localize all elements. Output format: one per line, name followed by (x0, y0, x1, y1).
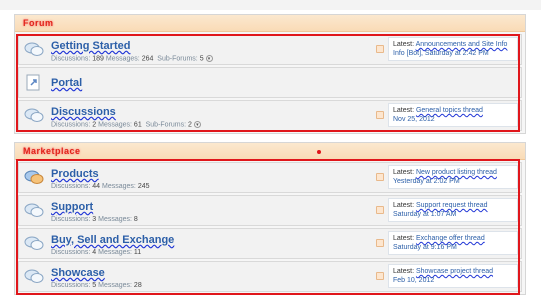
node-title-link[interactable]: Products (51, 168, 99, 180)
latest-thread-link[interactable]: Support request thread (416, 202, 488, 209)
rss-feed-icon[interactable] (376, 206, 384, 214)
latest-meta: Yesterday at 2:02 PM (393, 178, 460, 185)
latest-meta: Nov 25, 2012 (393, 116, 435, 123)
link-forum-row[interactable]: Portal (18, 67, 522, 98)
category-marketplace: Marketplace Products Discussions: 44 Mes… (14, 142, 526, 295)
latest-thread-link[interactable]: Showcase project thread (416, 268, 493, 275)
rss-feed-icon[interactable] (376, 45, 384, 53)
node-title-link[interactable]: Buy, Sell and Exchange (51, 234, 174, 246)
rss-feed-icon[interactable] (376, 272, 384, 280)
node-stats: Discussions: 2 Messages: 61 Sub-Forums: … (51, 121, 201, 128)
rss-feed-icon[interactable] (376, 239, 384, 247)
latest-post-box: Latest: Support request thread Saturday … (388, 198, 518, 222)
latest-meta: Feb 10, 2012 (393, 277, 435, 284)
category-title[interactable]: Forum (23, 18, 54, 28)
forum-node-row[interactable]: Getting Started Discussions: 189 Message… (18, 34, 522, 65)
latest-post-box: Latest: General topics thread Nov 25, 20… (388, 103, 518, 127)
chat-bubbles-icon (24, 108, 44, 122)
latest-post-box: Latest: Exchange offer thread Saturday a… (388, 231, 518, 255)
chat-bubbles-icon (24, 269, 44, 283)
node-stats: Discussions: 4 Messages: 11 (51, 249, 142, 256)
subforums-dropdown-icon[interactable]: ▾ (205, 55, 213, 62)
annotation-dot (317, 150, 321, 154)
top-strip (0, 0, 541, 10)
latest-post-box: Latest: New product listing thread Yeste… (388, 165, 518, 189)
node-title-link[interactable]: Portal (51, 77, 82, 89)
latest-meta: Saturday at 9:16 PM (393, 244, 457, 251)
link-forum-icon (26, 74, 40, 91)
node-stats: Discussions: 5 Messages: 28 (51, 282, 142, 289)
latest-post-box: Latest: Showcase project thread Feb 10, … (388, 264, 518, 288)
forum-node-row[interactable]: Buy, Sell and Exchange Discussions: 4 Me… (18, 228, 522, 259)
rss-feed-icon[interactable] (376, 111, 384, 119)
node-stats: Discussions: 44 Messages: 245 (51, 183, 150, 190)
chat-bubbles-icon (24, 203, 44, 217)
chat-bubbles-icon (24, 236, 44, 250)
latest-meta: Saturday at 1:07 AM (393, 211, 457, 218)
rss-feed-icon[interactable] (376, 173, 384, 181)
latest-post-box: Latest: Announcements and Site Info Info… (388, 37, 518, 61)
latest-thread-link[interactable]: General topics thread (416, 107, 483, 114)
category-forum: Forum Getting Started Discussions: 189 M… (14, 14, 526, 134)
node-stats: Discussions: 3 Messages: 8 (51, 216, 138, 223)
node-stats: Discussions: 189 Messages: 264 Sub-Forum… (51, 55, 213, 62)
latest-thread-link[interactable]: Exchange offer thread (416, 235, 485, 242)
chat-bubbles-icon (24, 42, 44, 56)
category-title[interactable]: Marketplace (23, 146, 81, 156)
node-title-link[interactable]: Getting Started (51, 40, 130, 52)
latest-meta: Info [Bot], Saturday at 2:42 PM (393, 50, 489, 57)
forum-node-row[interactable]: Discussions Discussions: 2 Messages: 61 … (18, 100, 522, 131)
forum-node-row[interactable]: Showcase Discussions: 5 Messages: 28 Lat… (18, 261, 522, 292)
category-header: Marketplace (15, 143, 525, 160)
subforums-dropdown-icon[interactable]: ▾ (193, 121, 201, 128)
category-header: Forum (15, 15, 525, 32)
node-title-link[interactable]: Support (51, 201, 93, 213)
node-title-link[interactable]: Showcase (51, 267, 105, 279)
chat-bubbles-unread-icon (24, 170, 44, 184)
latest-thread-link[interactable]: New product listing thread (416, 169, 497, 176)
forum-node-row[interactable]: Support Discussions: 3 Messages: 8 Lates… (18, 195, 522, 226)
latest-thread-link[interactable]: Announcements and Site Info (416, 41, 508, 48)
node-title-link[interactable]: Discussions (51, 106, 116, 118)
forum-node-row[interactable]: Products Discussions: 44 Messages: 245 L… (18, 162, 522, 193)
